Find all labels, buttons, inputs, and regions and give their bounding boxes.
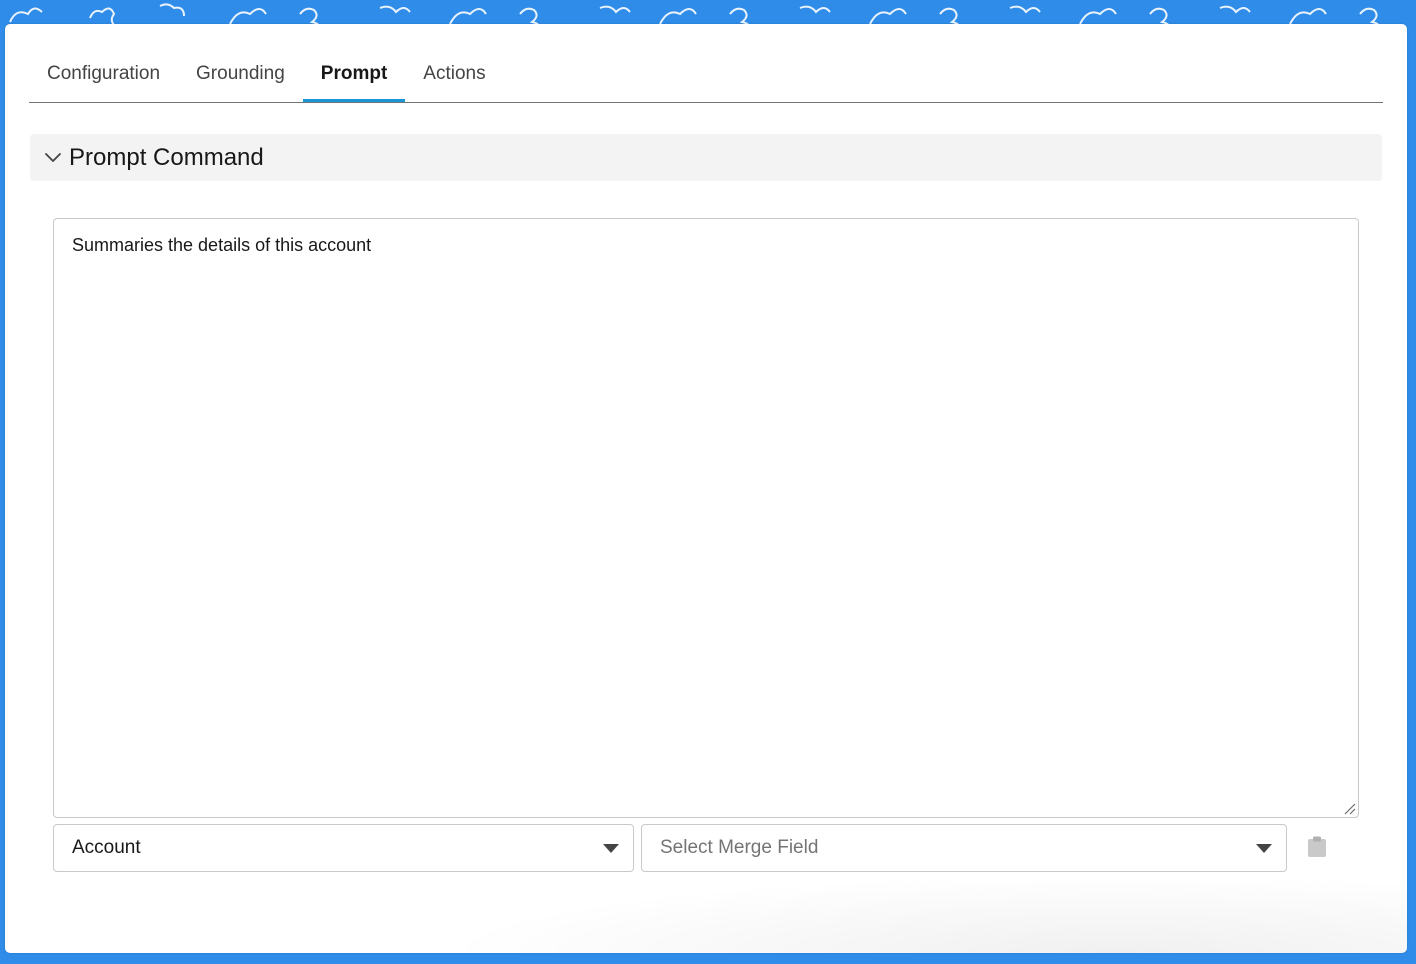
tab-label: Configuration [47,63,161,84]
prompt-text: Summaries the details of this account [72,235,372,255]
tab-bar: Configuration Grounding Prompt Actions [29,62,1383,103]
tab-actions[interactable]: Actions [405,62,503,100]
merge-field-select[interactable]: Select Merge Field [641,824,1287,872]
chevron-down-icon [44,149,62,167]
tab-grounding[interactable]: Grounding [178,62,303,100]
tab-label: Actions [423,63,486,84]
object-select-value: Account [72,837,141,858]
merge-field-placeholder: Select Merge Field [660,837,819,858]
decorative-shadow [435,874,1407,953]
caret-down-icon [603,844,619,853]
prompt-command-section-toggle[interactable]: Prompt Command [30,134,1382,181]
tab-configuration[interactable]: Configuration [29,62,178,100]
tab-label: Grounding [196,63,285,84]
resize-handle-icon[interactable] [1342,801,1356,815]
section-title: Prompt Command [69,143,264,171]
tab-label: Prompt [320,63,388,84]
tab-prompt[interactable]: Prompt [302,62,406,102]
prompt-textarea[interactable]: Summaries the details of this account [53,218,1359,818]
prompt-builder-panel: Configuration Grounding Prompt Actions P… [5,24,1407,953]
clipboard-icon[interactable] [1307,836,1327,858]
object-select[interactable]: Account [53,824,634,872]
caret-down-icon [1256,844,1272,853]
